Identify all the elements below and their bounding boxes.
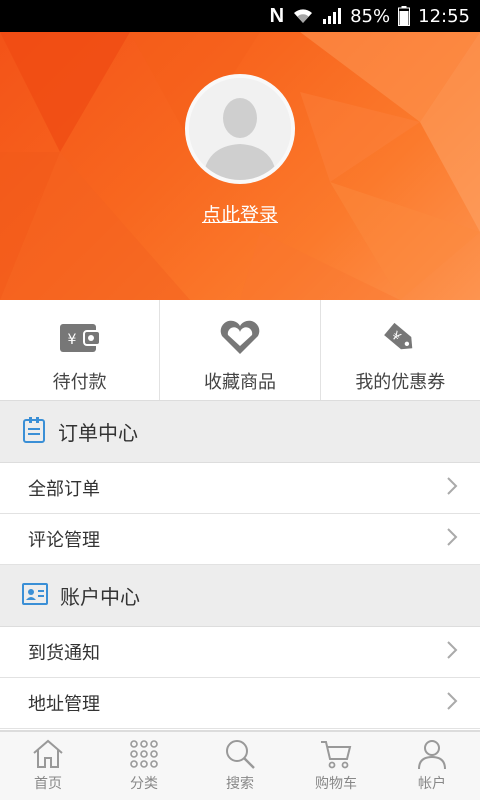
tab-search[interactable]: 搜索 — [192, 732, 288, 800]
review-management-row[interactable]: 评论管理 — [0, 514, 480, 565]
coupons-label: 我的优惠券 — [355, 372, 446, 393]
account-center-title: 账户中心 — [60, 585, 140, 609]
nfc-n-icon: N — [269, 4, 285, 27]
clock: 12:55 — [418, 5, 470, 27]
battery-percent: 85% — [350, 5, 391, 27]
address-management-label: 地址管理 — [28, 694, 100, 715]
chevron-right-icon — [446, 691, 458, 715]
profile-header: 点此登录 — [0, 32, 480, 300]
status-bar: N 85% 12:55 — [0, 0, 480, 32]
arrival-notice-label: 到货通知 — [28, 643, 100, 664]
wifi-icon — [292, 7, 314, 25]
cart-icon — [321, 741, 352, 769]
grid-dots-icon — [130, 740, 158, 768]
favorites-label: 收藏商品 — [203, 372, 276, 393]
search-icon — [226, 740, 255, 769]
tab-category[interactable]: 分类 — [96, 732, 192, 800]
user-icon — [418, 740, 446, 770]
tab-search-label: 搜索 — [226, 776, 254, 792]
home-icon — [33, 739, 63, 768]
chevron-right-icon — [446, 476, 458, 500]
tab-category-label: 分类 — [130, 776, 158, 792]
battery-icon — [398, 6, 411, 26]
signal-icon — [322, 7, 342, 25]
coupon-tag-icon: ¥ — [378, 318, 422, 358]
all-orders-row[interactable]: 全部订单 — [0, 463, 480, 514]
pending-payment-button[interactable]: ¥ 待付款 — [0, 300, 161, 400]
pending-payment-label: 待付款 — [52, 372, 107, 393]
tab-home-label: 首页 — [34, 776, 62, 792]
chevron-right-icon — [446, 527, 458, 551]
clipboard-icon — [22, 416, 46, 447]
order-center-header: 订单中心 — [0, 401, 480, 463]
order-center-title: 订单中心 — [58, 421, 138, 445]
chevron-right-icon — [446, 640, 458, 664]
login-link[interactable]: 点此登录 — [0, 200, 480, 227]
wallet-icon: ¥ — [58, 318, 102, 358]
favorites-button[interactable]: 收藏商品 — [160, 300, 321, 400]
tab-home[interactable]: 首页 — [0, 732, 96, 800]
review-management-label: 评论管理 — [28, 530, 100, 551]
tab-account-label: 帐户 — [418, 776, 446, 792]
avatar[interactable] — [185, 74, 295, 184]
account-center-header: 账户中心 — [0, 565, 480, 627]
tab-cart-label: 购物车 — [315, 776, 357, 792]
address-management-row[interactable]: 地址管理 — [0, 678, 480, 729]
tab-account[interactable]: 帐户 — [384, 732, 480, 800]
heart-icon — [218, 318, 262, 358]
id-card-icon — [22, 582, 48, 609]
quick-actions: ¥ 待付款 收藏商品 ¥ 我的优惠券 — [0, 300, 480, 401]
default-avatar-icon — [189, 78, 291, 180]
bottom-tab-bar: 首页 分类 搜索 购物车 帐户 — [0, 730, 480, 800]
coupons-button[interactable]: ¥ 我的优惠券 — [321, 300, 480, 400]
all-orders-label: 全部订单 — [28, 479, 100, 500]
tab-cart[interactable]: 购物车 — [288, 732, 384, 800]
arrival-notice-row[interactable]: 到货通知 — [0, 627, 480, 678]
svg-text:¥: ¥ — [67, 332, 76, 348]
